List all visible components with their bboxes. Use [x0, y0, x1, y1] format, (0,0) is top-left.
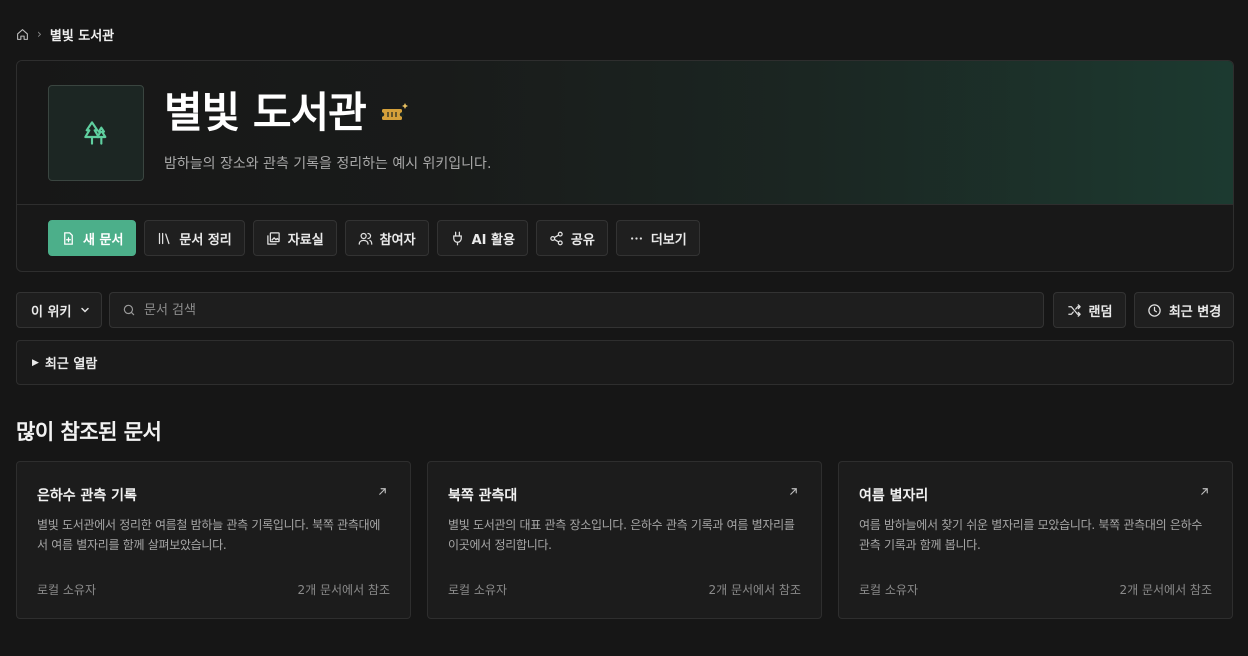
card-description: 여름 밤하늘에서 찾기 쉬운 별자리를 모았습니다. 북쪽 관측대의 은하수 관…	[859, 518, 1203, 552]
archive-label: 자료실	[287, 232, 324, 248]
participants-button[interactable]: 참여자	[344, 220, 429, 256]
share-label: 공유	[570, 232, 595, 248]
card-footer: 로컬 소유자 2개 문서에서 참조	[859, 581, 1212, 598]
card-title: 북쪽 관측대	[448, 488, 518, 504]
search-input[interactable]	[144, 302, 1024, 318]
search-bar-row: 이 위키 랜덤 최근 변경	[16, 292, 1234, 328]
card-footer: 로컬 소유자 2개 문서에서 참조	[37, 581, 390, 598]
triangle-right-icon: ▶	[32, 357, 39, 368]
more-icon	[629, 231, 644, 246]
card-title: 여름 별자리	[859, 488, 929, 504]
action-toolbar: 새 문서 문서 정리 자료실 참여자 AI 활용 공유 더보기	[48, 220, 700, 256]
search-scope-label: 이 위키	[31, 304, 72, 320]
card-owner: 로컬 소유자	[37, 583, 97, 597]
ticket-sparkle-icon	[379, 101, 410, 125]
card-ref-count: 2개 문서에서 참조	[297, 583, 390, 597]
more-label: 더보기	[650, 232, 687, 248]
hero-banner: 별빛 도서관 밤하늘의 장소와 관측 기록을 정리하는 예시 위키입니다.	[17, 61, 1233, 205]
document-card[interactable]: 여름 별자리 여름 밤하늘에서 찾기 쉬운 별자리를 모았습니다. 북쪽 관측대…	[838, 461, 1233, 619]
share-button[interactable]: 공유	[535, 220, 608, 256]
tree-icon	[80, 117, 112, 149]
card-owner: 로컬 소유자	[448, 583, 508, 597]
new-document-icon	[61, 231, 76, 246]
participants-label: 참여자	[379, 232, 416, 248]
organize-documents-button[interactable]: 문서 정리	[144, 220, 245, 256]
new-document-button[interactable]: 새 문서	[48, 220, 137, 256]
recent-changes-button[interactable]: 최근 변경	[1134, 292, 1234, 328]
popular-section-title: 많이 참조된 문서	[16, 420, 162, 444]
document-card[interactable]: 북쪽 관측대 별빛 도서관의 대표 관측 장소입니다. 은하수 관측 기록과 여…	[427, 461, 822, 619]
card-footer: 로컬 소유자 2개 문서에서 참조	[448, 581, 801, 598]
arrow-up-right-icon	[1199, 486, 1210, 497]
recent-view-label: 최근 열람	[44, 357, 98, 372]
card-description: 별빛 도서관의 대표 관측 장소입니다. 은하수 관측 기록과 여름 별자리를 …	[448, 518, 795, 552]
wiki-title: 별빛 도서관	[164, 88, 367, 137]
home-icon[interactable]	[16, 28, 29, 41]
clock-icon	[1147, 303, 1162, 318]
breadcrumb: › 별빛 도서관	[16, 26, 115, 44]
breadcrumb-current: 별빛 도서관	[49, 28, 115, 44]
card-ref-count: 2개 문서에서 참조	[1119, 583, 1212, 597]
card-description: 별빛 도서관에서 정리한 여름철 밤하늘 관측 기록입니다. 북쪽 관측대에서 …	[37, 518, 381, 552]
share-icon	[549, 231, 564, 246]
chevron-down-icon	[79, 304, 91, 316]
wiki-logo	[48, 85, 144, 181]
search-icon	[122, 303, 136, 317]
plug-icon	[450, 231, 465, 246]
ai-usage-label: AI 활용	[471, 232, 515, 248]
document-card[interactable]: 은하수 관측 기록 별빛 도서관에서 정리한 여름철 밤하늘 관측 기록입니다.…	[16, 461, 411, 619]
organize-documents-label: 문서 정리	[179, 232, 232, 248]
card-owner: 로컬 소유자	[859, 583, 919, 597]
archive-button[interactable]: 자료실	[252, 220, 337, 256]
card-ref-count: 2개 문서에서 참조	[708, 583, 801, 597]
recent-view-toggle[interactable]: ▶ 최근 열람	[16, 340, 1234, 385]
ai-usage-button[interactable]: AI 활용	[436, 220, 528, 256]
arrow-up-right-icon	[788, 486, 799, 497]
wiki-description: 밤하늘의 장소와 관측 기록을 정리하는 예시 위키입니다.	[164, 156, 492, 172]
random-button[interactable]: 랜덤	[1053, 292, 1126, 328]
random-label: 랜덤	[1088, 304, 1113, 320]
popular-card-list: 은하수 관측 기록 별빛 도서관에서 정리한 여름철 밤하늘 관측 기록입니다.…	[16, 461, 1234, 619]
more-button[interactable]: 더보기	[615, 220, 700, 256]
new-document-label: 새 문서	[83, 232, 124, 248]
wiki-title-group: 별빛 도서관	[164, 83, 410, 143]
gallery-icon	[266, 231, 281, 246]
library-icon	[157, 231, 172, 246]
shuffle-icon	[1067, 303, 1082, 318]
chevron-right-icon: ›	[37, 27, 42, 41]
arrow-up-right-icon	[377, 486, 388, 497]
search-box[interactable]	[109, 292, 1044, 328]
users-icon	[358, 231, 373, 246]
recent-changes-label: 최근 변경	[1168, 304, 1222, 320]
wiki-header: 별빛 도서관 밤하늘의 장소와 관측 기록을 정리하는 예시 위키입니다. 새 …	[16, 60, 1234, 272]
card-title: 은하수 관측 기록	[37, 488, 137, 504]
search-scope-select[interactable]: 이 위키	[16, 292, 102, 328]
